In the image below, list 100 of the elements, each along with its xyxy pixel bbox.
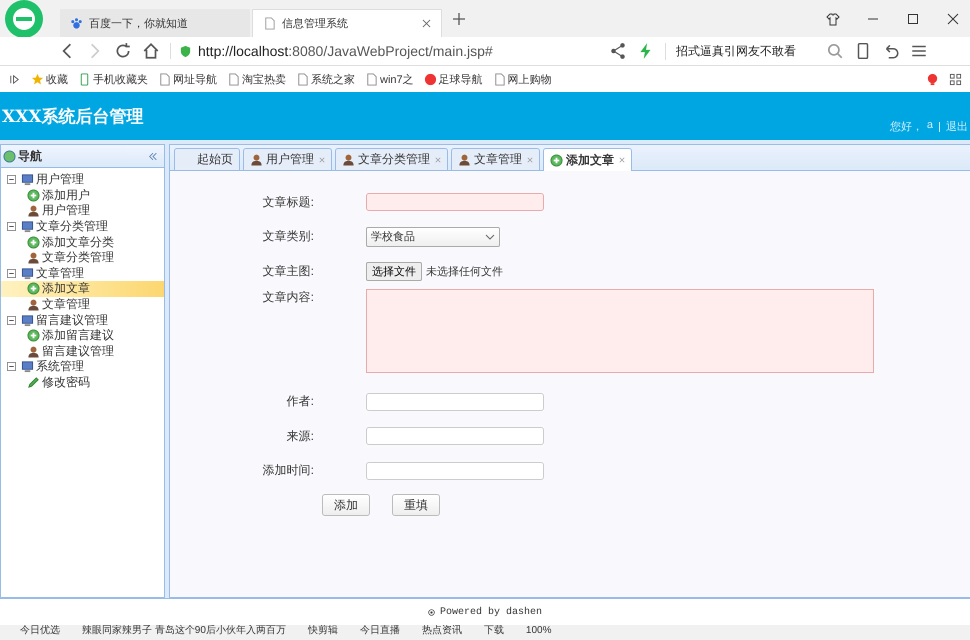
home-icon[interactable]	[142, 42, 160, 60]
user-icon	[342, 153, 355, 166]
field-label: 文章类别:	[262, 228, 315, 246]
field-label: 文章主图:	[262, 262, 315, 280]
tree-item[interactable]: 文章管理	[1, 296, 164, 312]
share-icon[interactable]	[609, 42, 627, 60]
browser-tab[interactable]: 信息管理系统	[252, 9, 442, 37]
field-label: 文章内容:	[262, 288, 315, 306]
content-tab[interactable]: 起始页	[174, 148, 240, 170]
page-icon	[296, 72, 309, 86]
sidebar-toggle-icon[interactable]	[8, 72, 21, 86]
category-dropdown[interactable]: 学校食品	[366, 226, 500, 247]
field-label: 来源:	[286, 428, 315, 445]
bookmark-link[interactable]: 网上购物	[492, 72, 552, 86]
bookmark-link[interactable]: 网址导航	[158, 72, 217, 86]
form-button[interactable]: 添加	[322, 494, 370, 516]
bookmark-link[interactable]: 足球导航	[424, 72, 483, 86]
refresh-icon[interactable]	[114, 42, 132, 60]
page-icon	[158, 72, 171, 86]
monitor-icon	[21, 314, 34, 327]
tree-item[interactable]: 修改密码	[1, 374, 164, 390]
field-label: 文章标题:	[262, 194, 315, 211]
star-icon	[31, 72, 44, 86]
field-label: 作者:	[286, 393, 315, 410]
collapse-toggle-icon[interactable]	[7, 175, 16, 184]
browser-tab[interactable]: 百度一下，你就知道	[60, 9, 250, 37]
tree-node[interactable]: 用户管理	[7, 172, 164, 188]
monitor-icon	[21, 360, 34, 374]
status-item[interactable]: 下载	[484, 625, 504, 637]
monitor-icon	[21, 220, 34, 234]
tree-item[interactable]: 添加文章	[1, 281, 164, 297]
footer-text: Powered by dashen	[440, 606, 542, 618]
page-icon	[492, 72, 506, 86]
collapse-toggle-icon[interactable]	[7, 222, 16, 232]
bookmark-link[interactable]: 系统之家	[296, 72, 355, 86]
content-tab[interactable]: 文章管理	[451, 148, 540, 170]
choose-file-button[interactable]: 选择文件	[366, 262, 422, 281]
content-tab[interactable]: 文章分类管理	[335, 148, 448, 170]
pencil-icon	[27, 376, 40, 390]
browser-tab-title: 信息管理系统	[282, 16, 348, 31]
user-icon	[458, 153, 471, 166]
plus-circle-icon	[27, 236, 40, 249]
close-icon[interactable]	[946, 12, 960, 26]
collapse-toggle-icon[interactable]	[7, 268, 16, 278]
ball-icon	[424, 72, 437, 86]
address-field[interactable]: http://localhost:8080/JavaWebProject/main.jsp#	[170, 43, 599, 59]
tree-item[interactable]: 文章分类管理	[1, 250, 164, 266]
collapse-icon[interactable]	[148, 152, 158, 160]
shirt-icon[interactable]	[826, 12, 840, 26]
bookmark-link[interactable]: 收藏	[31, 72, 68, 86]
plus-circle-icon	[27, 282, 40, 296]
input-field[interactable]	[366, 427, 544, 446]
monitor-icon	[21, 266, 34, 280]
collapse-toggle-icon[interactable]	[7, 316, 16, 325]
input-field[interactable]	[366, 462, 544, 480]
content-tab[interactable]: 添加文章	[543, 148, 632, 171]
plus-circle-icon	[27, 188, 40, 202]
input-field[interactable]	[366, 392, 544, 411]
tree-item[interactable]: 添加用户	[1, 188, 164, 204]
user-icon	[27, 298, 40, 312]
field-label: 添加时间:	[262, 462, 315, 480]
user-icon	[27, 251, 40, 264]
status-item[interactable]: 今日直播	[360, 625, 400, 637]
caret-icon	[485, 234, 495, 240]
search-icon[interactable]	[826, 42, 844, 60]
tree-node[interactable]: 留言建议管理	[7, 312, 164, 328]
user-icon	[27, 204, 40, 218]
tree-item[interactable]: 添加留言建议	[1, 328, 164, 344]
collapse-toggle-icon[interactable]	[7, 362, 16, 372]
new-tab-icon[interactable]	[452, 12, 466, 26]
phone-icon	[78, 72, 91, 86]
plus-circle-icon	[27, 329, 40, 342]
copyright-icon	[428, 608, 435, 616]
user-icon	[250, 153, 263, 166]
tree-node[interactable]: 系统管理	[7, 359, 164, 375]
page-icon	[227, 72, 240, 86]
status-item[interactable]: 100%	[526, 625, 552, 637]
browser-tab-title: 百度一下，你就知道	[89, 16, 188, 30]
page-icon	[365, 72, 378, 86]
form-button[interactable]: 重填	[392, 494, 440, 516]
close-icon[interactable]	[422, 19, 431, 28]
input-field[interactable]	[366, 193, 544, 212]
tree-node[interactable]: 文章分类管理	[7, 218, 164, 234]
page-icon	[263, 17, 276, 30]
tree-item[interactable]: 留言建议管理	[1, 344, 164, 360]
maximize-icon[interactable]	[906, 12, 920, 26]
greeting-text: 您好，	[890, 120, 923, 134]
bookmark-link[interactable]: win7之	[365, 72, 414, 86]
status-item[interactable]: 热点资讯	[422, 625, 462, 637]
tree-item[interactable]: 添加文章分类	[1, 234, 164, 250]
content-tab[interactable]: 用户管理	[243, 148, 332, 170]
status-item[interactable]: 今日优选	[20, 625, 60, 637]
bookmark-link[interactable]: 淘宝热卖	[227, 72, 286, 86]
paw-icon	[70, 16, 83, 30]
tree-node[interactable]: 文章管理	[7, 266, 164, 282]
bookmark-link[interactable]: 手机收藏夹	[78, 72, 148, 86]
search-field[interactable]: 招式逼真引网友不敢看	[665, 42, 816, 60]
grid-icon[interactable]	[949, 72, 962, 86]
tree-item[interactable]: 用户管理	[1, 203, 164, 219]
shield-icon	[179, 44, 192, 58]
